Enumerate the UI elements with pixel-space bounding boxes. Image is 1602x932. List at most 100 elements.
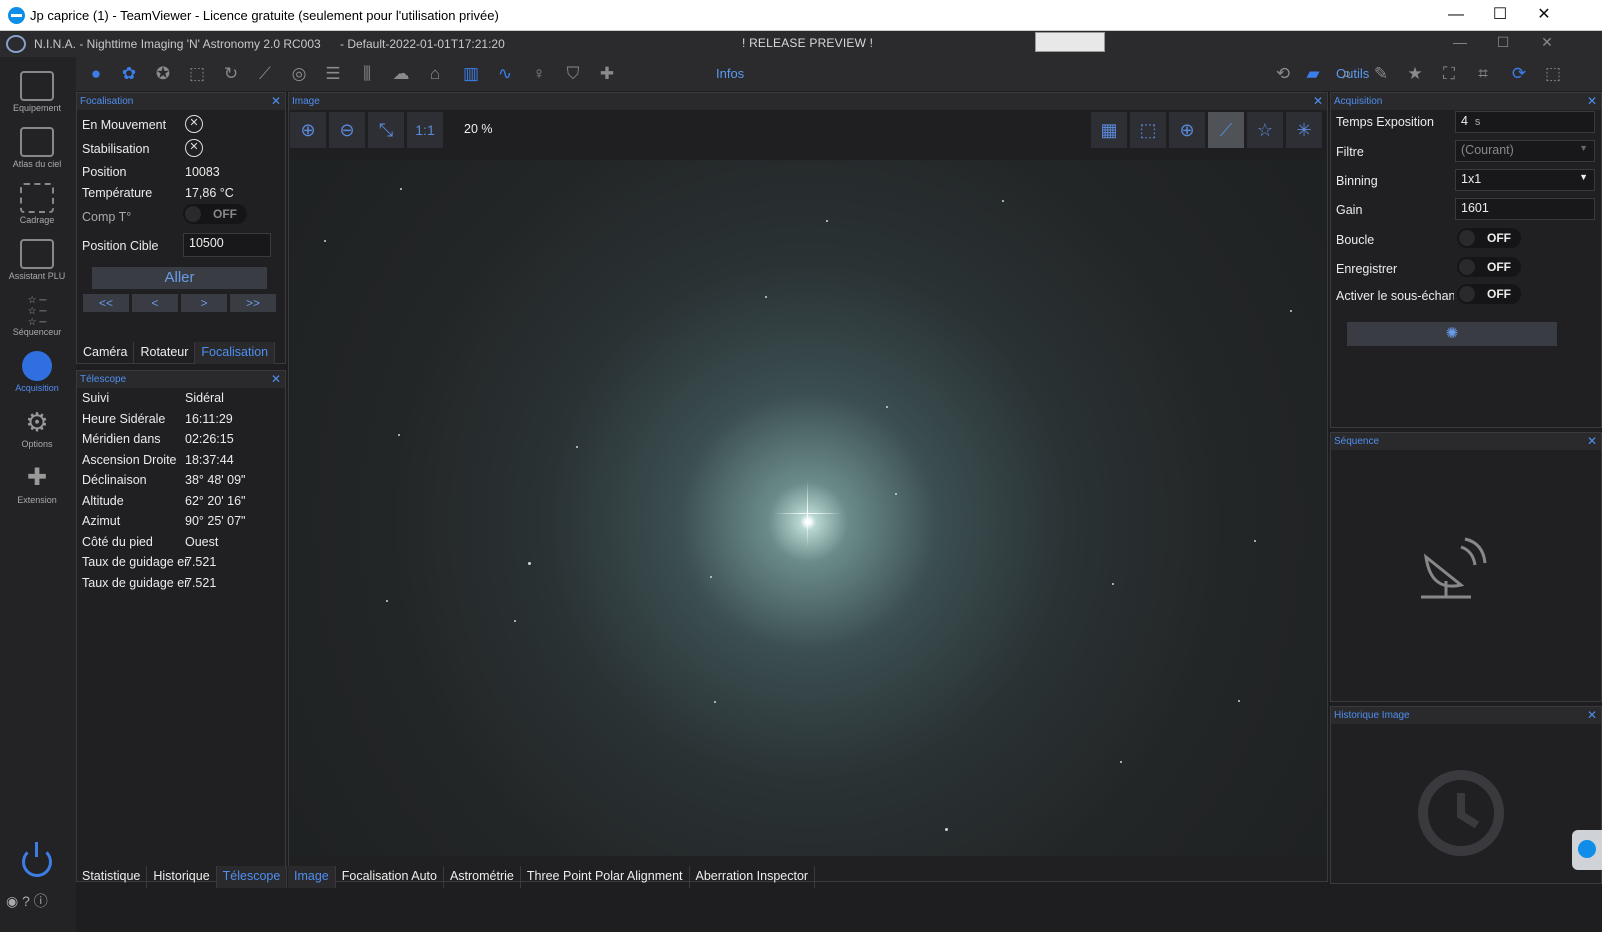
temp-comp-toggle[interactable]: OFF	[183, 204, 247, 224]
zoom-in-icon[interactable]: ⊕	[290, 112, 326, 148]
close-button[interactable]: ✕	[1524, 4, 1564, 26]
telescope-row-label: Méridien dans	[82, 432, 161, 446]
tab-camera[interactable]: Caméra	[77, 342, 135, 364]
fit-icon[interactable]: ⤡	[368, 112, 404, 148]
dome-icon[interactable]: ⌂	[424, 63, 446, 85]
binning-select[interactable]: 1x1 ▼	[1455, 169, 1595, 191]
go-button[interactable]: Aller	[92, 267, 267, 289]
tab-telescope[interactable]: Télescope	[216, 866, 288, 888]
nina-close-button[interactable]: ✕	[1532, 34, 1562, 51]
one-to-one-button[interactable]: 1:1	[407, 112, 443, 148]
bulb-icon[interactable]: ♀	[528, 63, 550, 85]
chevron-down-icon: ▼	[1579, 143, 1588, 153]
focuser-icon[interactable]: ⬚	[186, 63, 208, 85]
step-right-button[interactable]: >	[181, 294, 227, 312]
power-icon[interactable]	[22, 842, 52, 877]
captured-image[interactable]	[290, 160, 1326, 856]
filter-label: Filtre	[1336, 145, 1364, 159]
tab-statistics[interactable]: Statistique	[76, 866, 148, 888]
tab-plate-solving[interactable]: Astrométrie	[444, 866, 521, 888]
nina-titlebar: N.I.N.A. - Nighttime Imaging 'N' Astrono…	[0, 31, 1602, 57]
star	[895, 493, 897, 495]
crop-icon[interactable]: ⛶	[1438, 63, 1460, 85]
info-icon[interactable]: ⓘ	[34, 893, 48, 909]
close-icon[interactable]: ✕	[1587, 434, 1597, 448]
close-icon[interactable]: ✕	[1313, 94, 1323, 108]
history-icon[interactable]: ⟳	[1508, 63, 1530, 85]
nav-equipment[interactable]: Equipement	[0, 65, 74, 121]
tab-rotator[interactable]: Rotateur	[134, 342, 196, 364]
telescope-toolbar-icon[interactable]: ⟋	[254, 63, 276, 85]
filter-select[interactable]: (Courant) ▼	[1455, 140, 1595, 162]
autostretch-icon[interactable]: ⟋	[1208, 112, 1244, 148]
step-far-left-button[interactable]: <<	[83, 294, 129, 312]
tool-icon-1[interactable]: ⟲	[1272, 63, 1294, 85]
zoom-out-icon[interactable]: ⊖	[329, 112, 365, 148]
nina-maximize-button[interactable]: ☐	[1488, 34, 1518, 51]
telescope-tabs: Statistique Historique Télescope	[76, 866, 288, 888]
close-icon[interactable]: ✕	[271, 372, 281, 386]
filter-wheel-icon[interactable]: ✿	[118, 63, 140, 85]
target-position-input[interactable]: 10500	[183, 233, 271, 257]
panel-title: Historique Image	[1331, 707, 1601, 724]
grid-icon[interactable]: ⌗	[1472, 63, 1494, 85]
teamviewer-mini-toolbar[interactable]	[1035, 32, 1105, 52]
graph-icon[interactable]: ∿	[494, 63, 516, 85]
star-icon[interactable]: ★	[1404, 63, 1426, 85]
wheel-icon[interactable]: ✪	[152, 63, 174, 85]
star-detect-icon[interactable]: ⬚	[1130, 112, 1166, 148]
teamviewer-logo-icon	[8, 7, 25, 24]
maximize-button[interactable]: ☐	[1480, 4, 1520, 26]
camera-icon[interactable]: ●	[85, 63, 107, 85]
nav-sky-atlas[interactable]: Atlas du ciel	[0, 121, 74, 177]
gain-input[interactable]: 1601	[1455, 198, 1595, 220]
close-icon[interactable]: ✕	[1587, 94, 1597, 108]
guider-icon[interactable]: ◎	[288, 63, 310, 85]
brush-icon[interactable]: ✎	[1370, 63, 1392, 85]
nav-sequencer[interactable]: ☆ ─ ☆ ─ ☆ ─ Séquenceur	[0, 289, 74, 345]
tab-history[interactable]: Historique	[147, 866, 217, 888]
crosshair-icon[interactable]: ⊕	[1169, 112, 1205, 148]
grid-view-icon[interactable]: ▦	[1091, 112, 1127, 148]
star	[1120, 761, 1122, 763]
select-icon[interactable]: ⬚	[1542, 63, 1564, 85]
save-toggle[interactable]: OFF	[1457, 257, 1521, 277]
nina-minimize-button[interactable]: —	[1445, 34, 1475, 50]
eye-icon[interactable]: ◉	[6, 893, 18, 909]
subsample-toggle[interactable]: OFF	[1457, 284, 1521, 304]
rotator-icon[interactable]: ↻	[220, 63, 242, 85]
step-left-button[interactable]: <	[132, 294, 178, 312]
tab-focuser[interactable]: Focalisation	[195, 342, 276, 364]
tab-autofocus[interactable]: Focalisation Auto	[336, 866, 444, 888]
close-icon[interactable]: ✕	[271, 94, 281, 108]
minimize-button[interactable]: —	[1436, 4, 1476, 26]
tab-aberration-inspector[interactable]: Aberration Inspector	[690, 866, 816, 888]
infos-label[interactable]: Infos	[716, 66, 744, 81]
nav-acquisition[interactable]: Acquisition	[0, 345, 74, 401]
framing-icon	[20, 183, 54, 213]
search-icon[interactable]: ⌕	[1336, 63, 1358, 85]
list-icon[interactable]: ☰	[322, 63, 344, 85]
nav-flat-wizard[interactable]: Assistant PLU	[0, 233, 74, 289]
close-icon[interactable]: ✕	[1587, 708, 1597, 722]
nav-extension[interactable]: ✚ Extension	[0, 457, 74, 513]
tab-image[interactable]: Image	[288, 866, 336, 888]
step-far-right-button[interactable]: >>	[230, 294, 276, 312]
nav-framing[interactable]: Cadrage	[0, 177, 74, 233]
exposure-input[interactable]: 4 s	[1455, 111, 1595, 133]
tab-polar-alignment[interactable]: Three Point Polar Alignment	[521, 866, 690, 888]
capture-button[interactable]: ✺	[1347, 322, 1557, 346]
debayer-icon[interactable]: ✳	[1286, 112, 1322, 148]
help-icon[interactable]: ?	[22, 893, 30, 909]
loop-toggle[interactable]: OFF	[1457, 228, 1521, 248]
teamviewer-side-handle[interactable]	[1572, 830, 1602, 870]
shield-icon[interactable]: ⛉	[562, 63, 584, 85]
tool-icon-2[interactable]: ▰	[1302, 63, 1324, 85]
app-title: N.I.N.A. - Nighttime Imaging 'N' Astrono…	[34, 37, 321, 51]
switch-icon[interactable]: ⫼	[356, 63, 378, 85]
star-outline-icon[interactable]: ☆	[1247, 112, 1283, 148]
histogram-icon[interactable]: ▥	[460, 63, 482, 85]
weather-icon[interactable]: ☁	[390, 63, 412, 85]
nav-options[interactable]: ⚙ Options	[0, 401, 74, 457]
puzzle-toolbar-icon[interactable]: ✚	[596, 63, 618, 85]
